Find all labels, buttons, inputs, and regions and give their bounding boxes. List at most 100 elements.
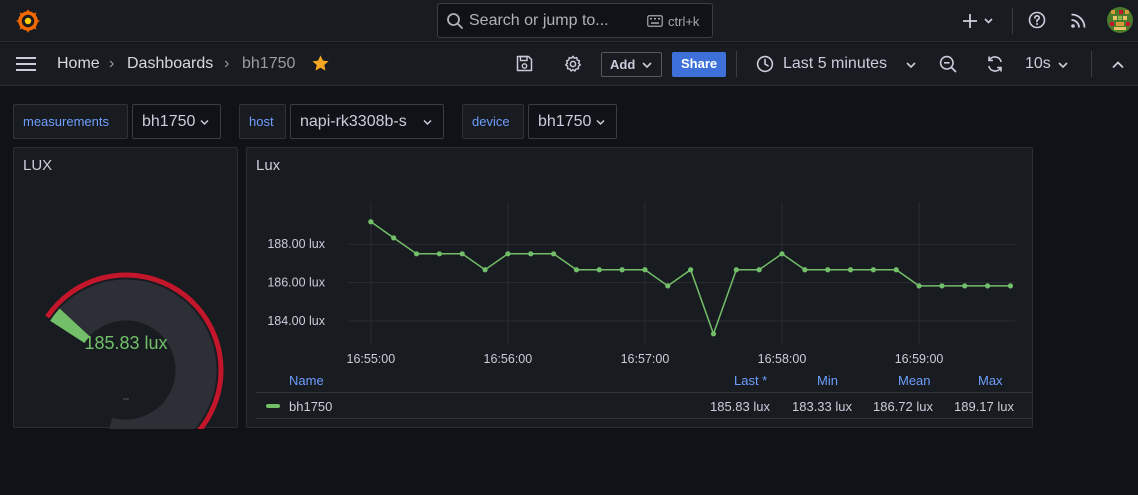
- news-feed-icon[interactable]: [1070, 12, 1087, 29]
- grafana-logo-icon[interactable]: [15, 8, 41, 34]
- data-point: [847, 267, 854, 273]
- legend-row[interactable]: bh1750 185.83 lux 183.33 lux 186.72 lux …: [256, 394, 1033, 417]
- data-point: [459, 251, 465, 257]
- zoom-out-icon[interactable]: [939, 55, 957, 73]
- data-point: [733, 267, 739, 273]
- y-tick-label: 186.00 lux: [267, 276, 325, 290]
- favorite-star-icon[interactable]: [311, 54, 330, 73]
- variable-select-measurements[interactable]: bh1750: [132, 104, 221, 139]
- chevron-down-icon: [596, 119, 605, 126]
- legend-max-value: 189.17 lux: [954, 399, 1014, 414]
- variable-label-text: measurements: [23, 114, 109, 129]
- search-icon: [447, 13, 463, 29]
- x-tick-label: 16:58:00: [758, 352, 807, 366]
- y-tick-label: 188.00 lux: [267, 237, 325, 251]
- legend-header-max[interactable]: Max: [978, 373, 1003, 388]
- data-point: [710, 331, 717, 337]
- data-point: [482, 267, 488, 273]
- data-point: [916, 283, 922, 289]
- series-line: [370, 221, 1011, 337]
- legend-header-last[interactable]: Last *: [734, 373, 767, 388]
- legend-header-min[interactable]: Min: [817, 373, 838, 388]
- data-point: [1007, 283, 1014, 289]
- legend-header-name[interactable]: Name: [289, 373, 324, 388]
- variable-value: bh1750: [142, 113, 196, 130]
- chevron-up-icon[interactable]: [1112, 60, 1124, 69]
- user-avatar[interactable]: [1107, 7, 1133, 33]
- x-tick-label: 16:57:00: [621, 352, 670, 366]
- legend-header-mean[interactable]: Mean: [898, 373, 931, 388]
- data-point: [665, 283, 671, 289]
- share-button[interactable]: Share: [672, 52, 726, 77]
- variable-value: napi-rk3308b-s: [300, 113, 407, 130]
- hamburger-menu-icon[interactable]: [15, 55, 37, 73]
- y-tick-label: 184.00 lux: [267, 314, 325, 328]
- data-point: [870, 267, 876, 273]
- data-point: [413, 251, 420, 257]
- data-point: [436, 251, 442, 257]
- x-tick-label: 16:59:00: [895, 352, 944, 366]
- data-point: [368, 219, 374, 225]
- gauge-chart: 185.83 lux: [45, 272, 224, 429]
- breadcrumb-home[interactable]: Home: [57, 55, 100, 73]
- refresh-interval-picker[interactable]: 10s: [1025, 55, 1051, 73]
- add-button-label: Add: [610, 57, 636, 72]
- breadcrumb-separator: ›: [109, 55, 115, 72]
- data-point: [391, 235, 397, 241]
- chevron-down-icon: [200, 119, 209, 126]
- variable-label-text: device: [472, 114, 510, 129]
- search-bar[interactable]: Search or jump to... ctrl+k: [437, 3, 713, 38]
- x-tick-label: 16:55:00: [347, 352, 396, 366]
- plus-menu-icon[interactable]: [961, 12, 993, 30]
- data-point: [550, 251, 557, 257]
- nav-divider: [736, 51, 737, 77]
- data-point: [825, 267, 831, 273]
- gauge-background-arc: [50, 279, 217, 429]
- legend-last-value: 185.83 lux: [710, 399, 770, 414]
- legend-min-value: 183.33 lux: [792, 399, 852, 414]
- avatar-image: [1107, 7, 1133, 33]
- share-button-label: Share: [681, 56, 718, 71]
- data-point: [505, 251, 511, 257]
- search-placeholder: Search or jump to...: [469, 12, 609, 29]
- variable-select-device[interactable]: bh1750: [528, 104, 617, 139]
- clock-icon[interactable]: [756, 55, 774, 73]
- variable-label-host: host: [239, 104, 286, 139]
- data-point: [642, 267, 648, 273]
- timeseries-panel[interactable]: Lux 184.00 lux 186.00 lux 188.00 lux 16:55:…: [246, 147, 1033, 428]
- legend-divider: [256, 392, 1033, 393]
- variable-select-host[interactable]: napi-rk3308b-s: [290, 104, 444, 139]
- refresh-icon[interactable]: [986, 55, 1004, 73]
- time-range-picker[interactable]: Last 5 minutes: [783, 55, 887, 73]
- data-point: [962, 283, 968, 289]
- breadcrumb-separator: ›: [224, 55, 230, 72]
- legend-series-name: bh1750: [289, 399, 333, 414]
- legend-divider: [256, 418, 1033, 419]
- chevron-down-icon[interactable]: [1058, 61, 1068, 69]
- topbar-divider: [1012, 8, 1013, 34]
- series-color-swatch: [266, 404, 280, 408]
- gauge-panel[interactable]: LUX 185.83 lux: [13, 147, 238, 429]
- top-bar: Search or jump to... ctrl+k: [0, 0, 1138, 42]
- save-dashboard-icon[interactable]: [516, 55, 533, 72]
- breadcrumb-dashboards[interactable]: Dashboards: [127, 55, 213, 73]
- data-point: [779, 251, 785, 257]
- add-panel-button[interactable]: Add: [601, 52, 662, 77]
- keyboard-icon: [647, 15, 663, 27]
- gauge-value-text: 185.83 lux: [84, 333, 167, 353]
- data-point: [802, 267, 808, 273]
- help-icon[interactable]: [1028, 11, 1046, 29]
- data-point: [688, 267, 694, 273]
- breadcrumb-current: bh1750: [242, 55, 296, 72]
- data-point: [596, 267, 602, 273]
- nav-divider: [1091, 51, 1092, 77]
- data-point: [619, 267, 625, 273]
- search-shortcut: ctrl+k: [668, 14, 700, 29]
- variable-label-device: device: [462, 104, 524, 139]
- data-point: [939, 283, 945, 289]
- chevron-down-icon[interactable]: [906, 61, 916, 69]
- variable-label-measurements: measurements: [13, 104, 128, 139]
- data-point: [528, 251, 534, 257]
- x-tick-label: 16:56:00: [484, 352, 533, 366]
- dashboard-settings-gear-icon[interactable]: [564, 55, 582, 73]
